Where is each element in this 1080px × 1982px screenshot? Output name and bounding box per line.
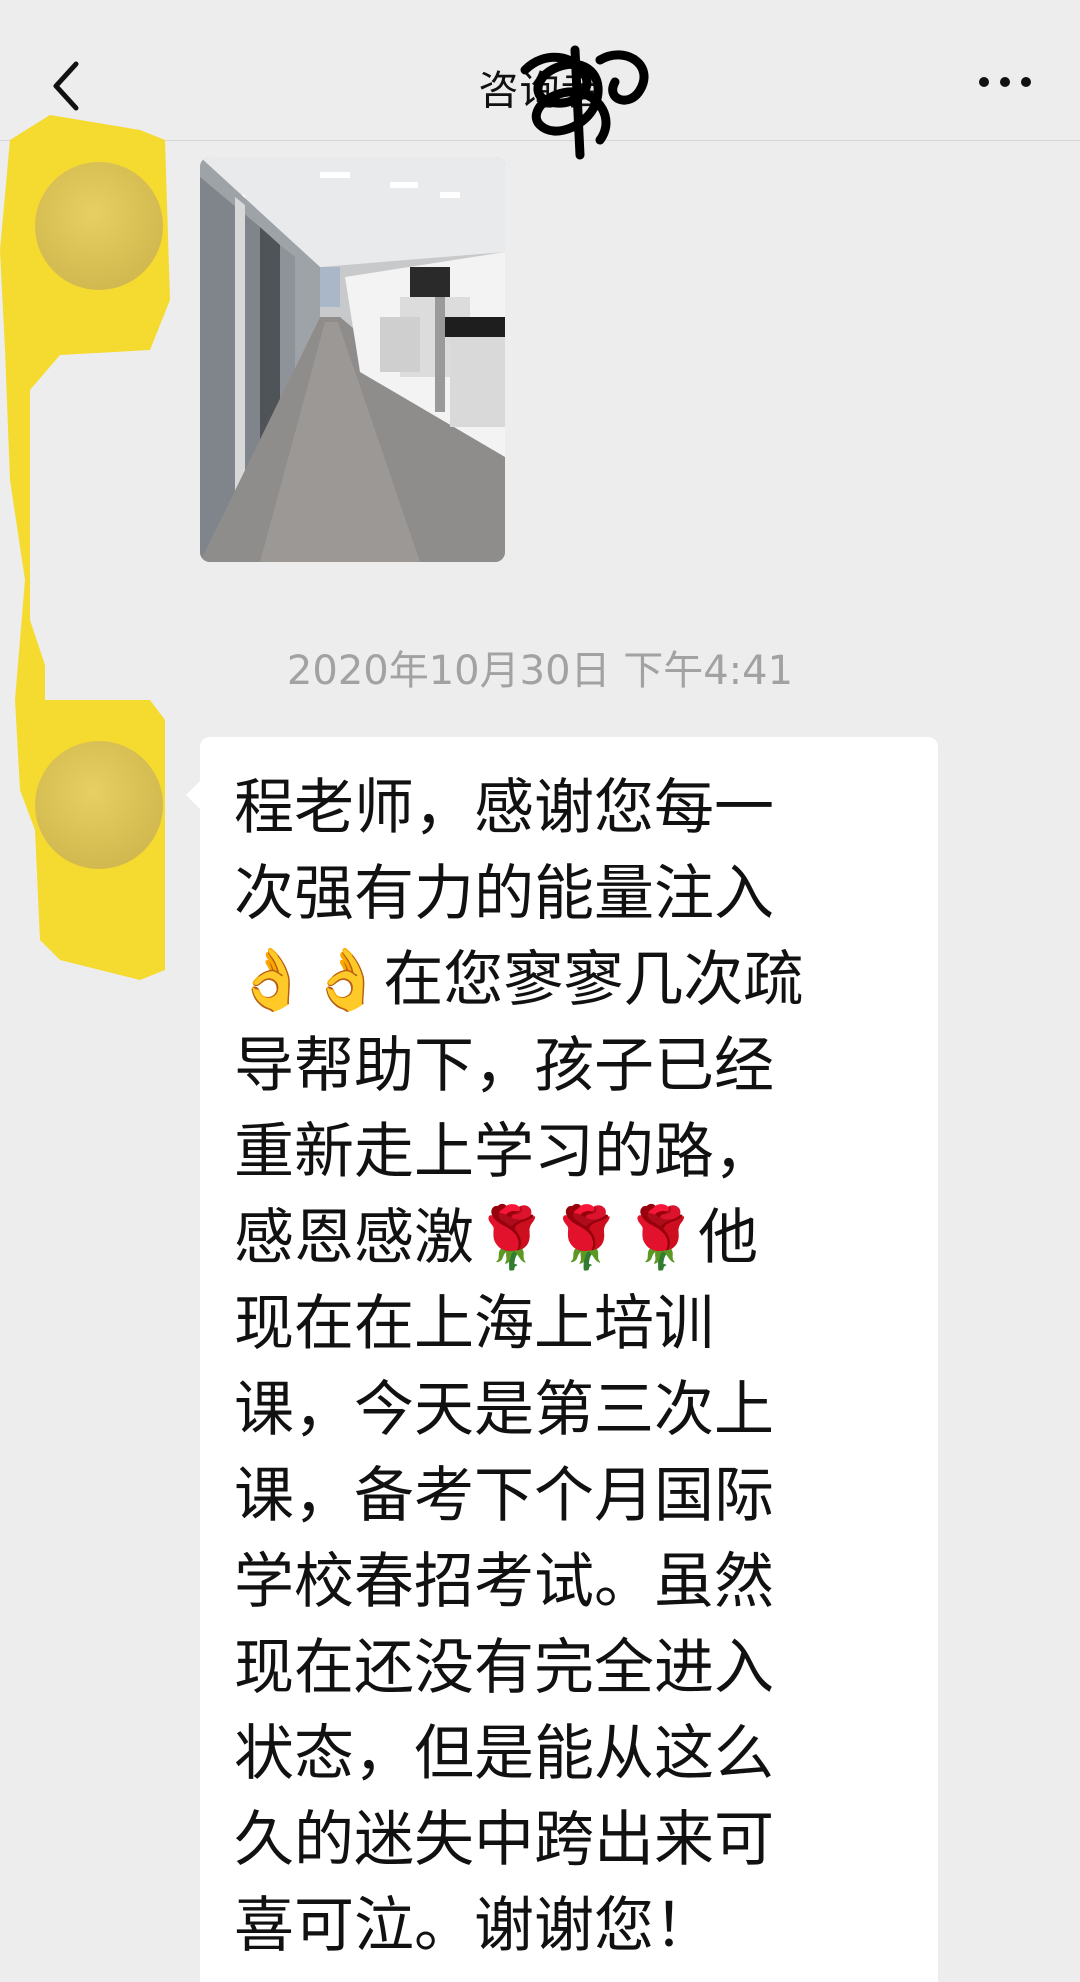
sender-avatar[interactable] <box>35 162 163 290</box>
message-line: 导帮助下，孩子已经 <box>234 1031 774 1101</box>
message-line: 课，备考下个月国际 <box>234 1461 774 1531</box>
more-button[interactable] <box>970 62 1040 102</box>
message-line: 程老师，感谢您每一 <box>234 773 774 843</box>
message-line: 学校春招考试。虽然 <box>234 1547 774 1617</box>
message-line: 现在在上海上培训 <box>234 1289 714 1359</box>
sender-avatar[interactable] <box>35 741 163 869</box>
message-line: 👌👌在您寥寥几次疏 <box>234 945 804 1015</box>
message-line: 状态，但是能从这么 <box>234 1719 774 1789</box>
redaction-scribble <box>520 45 649 160</box>
image-message[interactable] <box>200 157 505 562</box>
message-line: 久的迷失中跨出来可 <box>234 1805 774 1875</box>
office-corridor-photo <box>200 157 505 562</box>
message-timestamp: 2020年10月30日 下午4:41 <box>286 648 794 694</box>
message-line: 课，今天是第三次上 <box>234 1375 774 1445</box>
chat-screen: 咨询者 2020年10月30日 下午4:41 程老师，感谢您每一 次强有力的能量… <box>0 0 1080 1982</box>
bubble-tail <box>186 781 200 809</box>
message-line: 次强有力的能量注入 <box>234 859 774 929</box>
message-line: 现在还没有完全进入 <box>234 1633 774 1703</box>
message-line: 感恩感激🌹🌹🌹他 <box>234 1203 759 1273</box>
message-text: 程老师，感谢您每一 次强有力的能量注入 👌👌在您寥寥几次疏 导帮助下，孩子已经 … <box>234 765 924 1969</box>
message-bubble[interactable]: 程老师，感谢您每一 次强有力的能量注入 👌👌在您寥寥几次疏 导帮助下，孩子已经 … <box>186 737 938 1982</box>
message-line: 重新走上学习的路， <box>234 1117 774 1187</box>
more-dots-icon <box>979 77 1031 87</box>
message-line: 喜可泣。谢谢您！ <box>234 1891 714 1961</box>
